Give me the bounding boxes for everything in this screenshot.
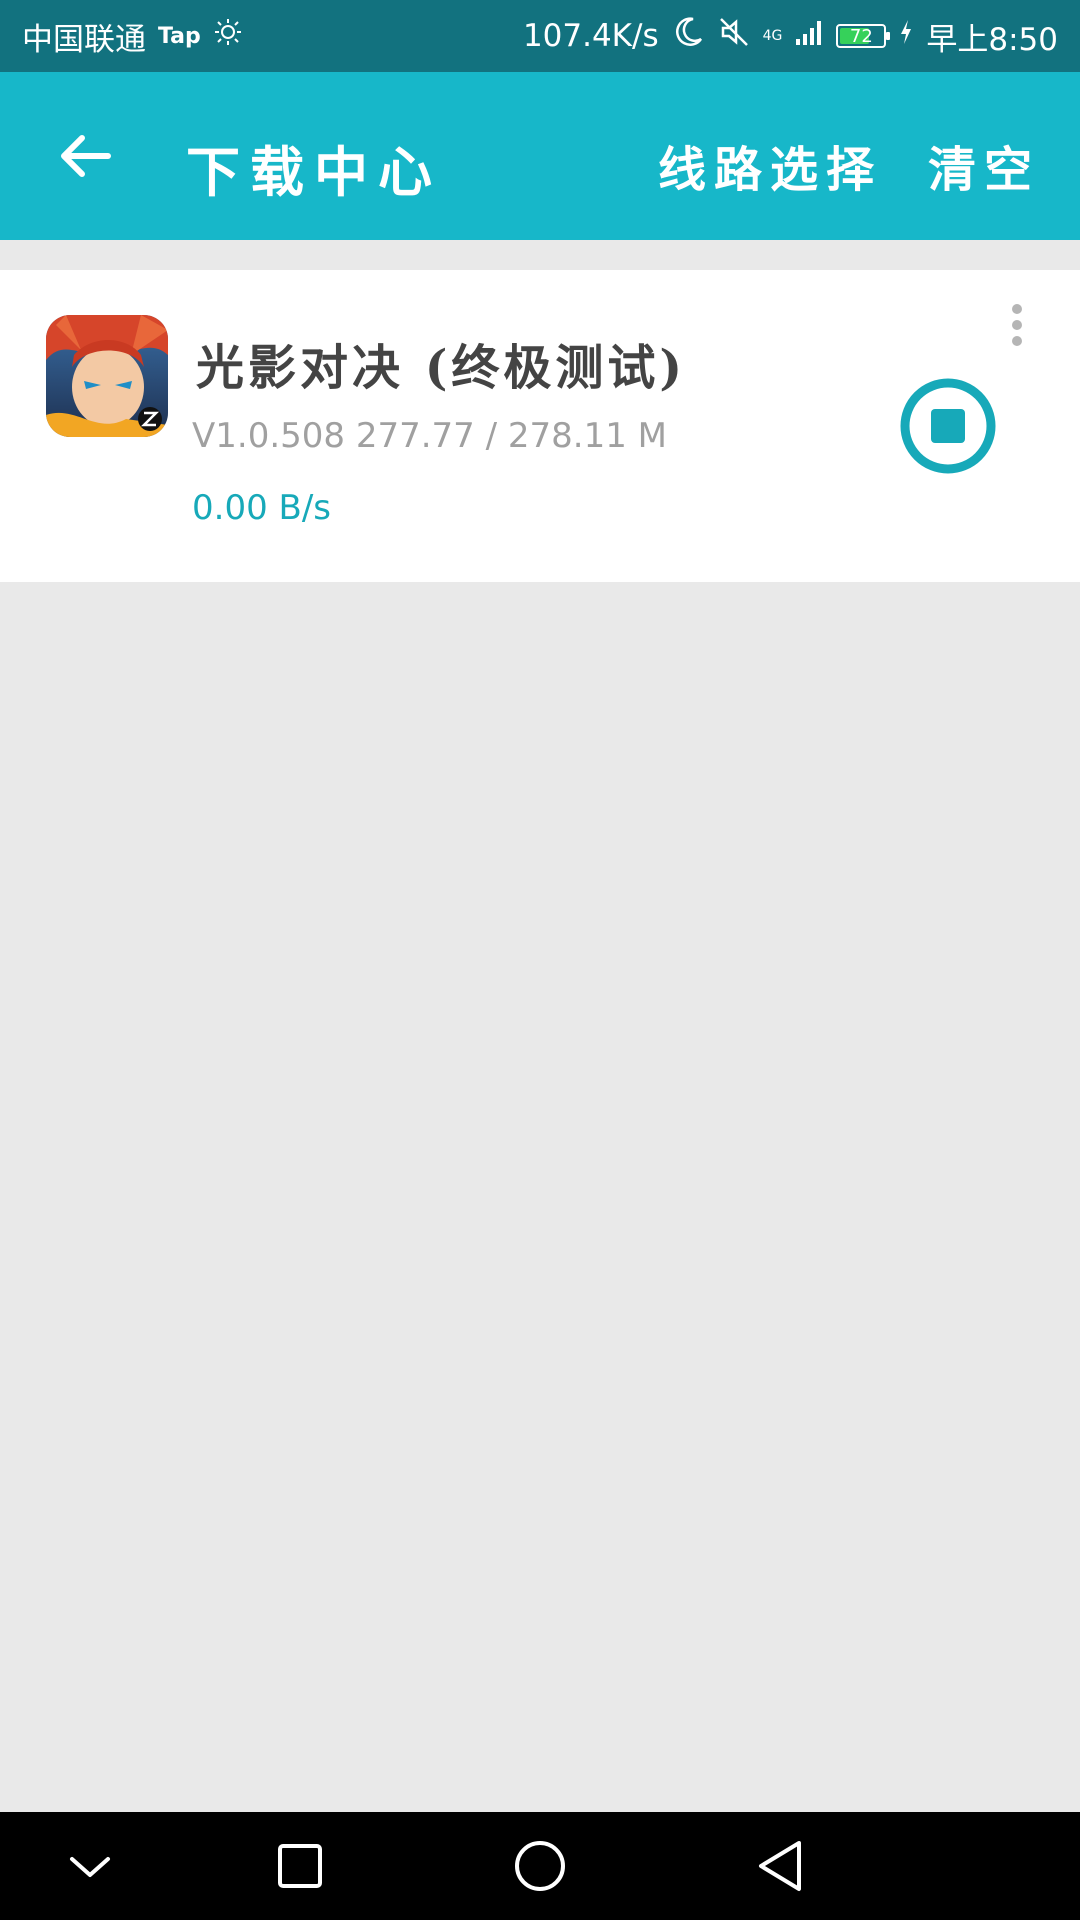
stop-download-button[interactable] <box>898 376 998 476</box>
game-icon <box>46 315 168 437</box>
download-item-speed: 0.00 B/s <box>192 488 332 528</box>
clock: 早上8:50 <box>926 21 1058 58</box>
net-speed: 107.4K/s <box>522 18 659 54</box>
home-icon <box>515 1841 565 1891</box>
status-bar: 中国联通 Tap 107.4K/s 4G 72 早上8:50 <box>0 0 1080 72</box>
hide-nav-button[interactable] <box>58 1834 122 1898</box>
chevron-down-icon <box>70 1857 110 1877</box>
system-nav-bar <box>0 1812 1080 1920</box>
stop-icon <box>900 378 996 474</box>
back-icon <box>759 1841 801 1891</box>
network-type: 4G <box>762 28 783 44</box>
battery-icon: 72 <box>836 24 891 48</box>
page-title: 下载中心 <box>186 140 442 204</box>
mute-icon <box>717 15 751 57</box>
arrow-left-icon <box>61 135 111 177</box>
download-item-name: 光影对决 (终极测试) <box>196 340 687 396</box>
download-item-meta: V1.0.508 277.77 / 278.11 M <box>192 416 667 456</box>
sun-icon <box>213 17 243 55</box>
route-select-button[interactable]: 线路选择 <box>658 130 882 200</box>
download-item[interactable]: 光影对决 (终极测试) V1.0.508 277.77 / 278.11 M 0… <box>0 270 1080 582</box>
recent-apps-icon <box>278 1844 322 1888</box>
battery-label: 72 <box>849 25 873 47</box>
home-button[interactable] <box>508 1834 572 1898</box>
system-back-button[interactable] <box>748 1834 812 1898</box>
recent-apps-button[interactable] <box>268 1834 332 1898</box>
app-bar: 下载中心 线路选择 清空 <box>0 72 1080 240</box>
status-bar-right: 107.4K/s 4G 72 早上8:50 <box>523 14 1058 59</box>
moon-icon <box>671 15 705 57</box>
back-button[interactable] <box>52 124 116 188</box>
app-tag: Tap <box>158 23 201 49</box>
more-vert-icon <box>1012 304 1022 346</box>
clear-button[interactable]: 清空 <box>928 130 1040 200</box>
signal-icon <box>794 17 824 55</box>
charging-icon <box>898 18 914 54</box>
status-bar-left: 中国联通 Tap <box>22 14 243 59</box>
carrier-name: 中国联通 <box>22 21 146 58</box>
more-options-button[interactable] <box>1000 300 1034 350</box>
